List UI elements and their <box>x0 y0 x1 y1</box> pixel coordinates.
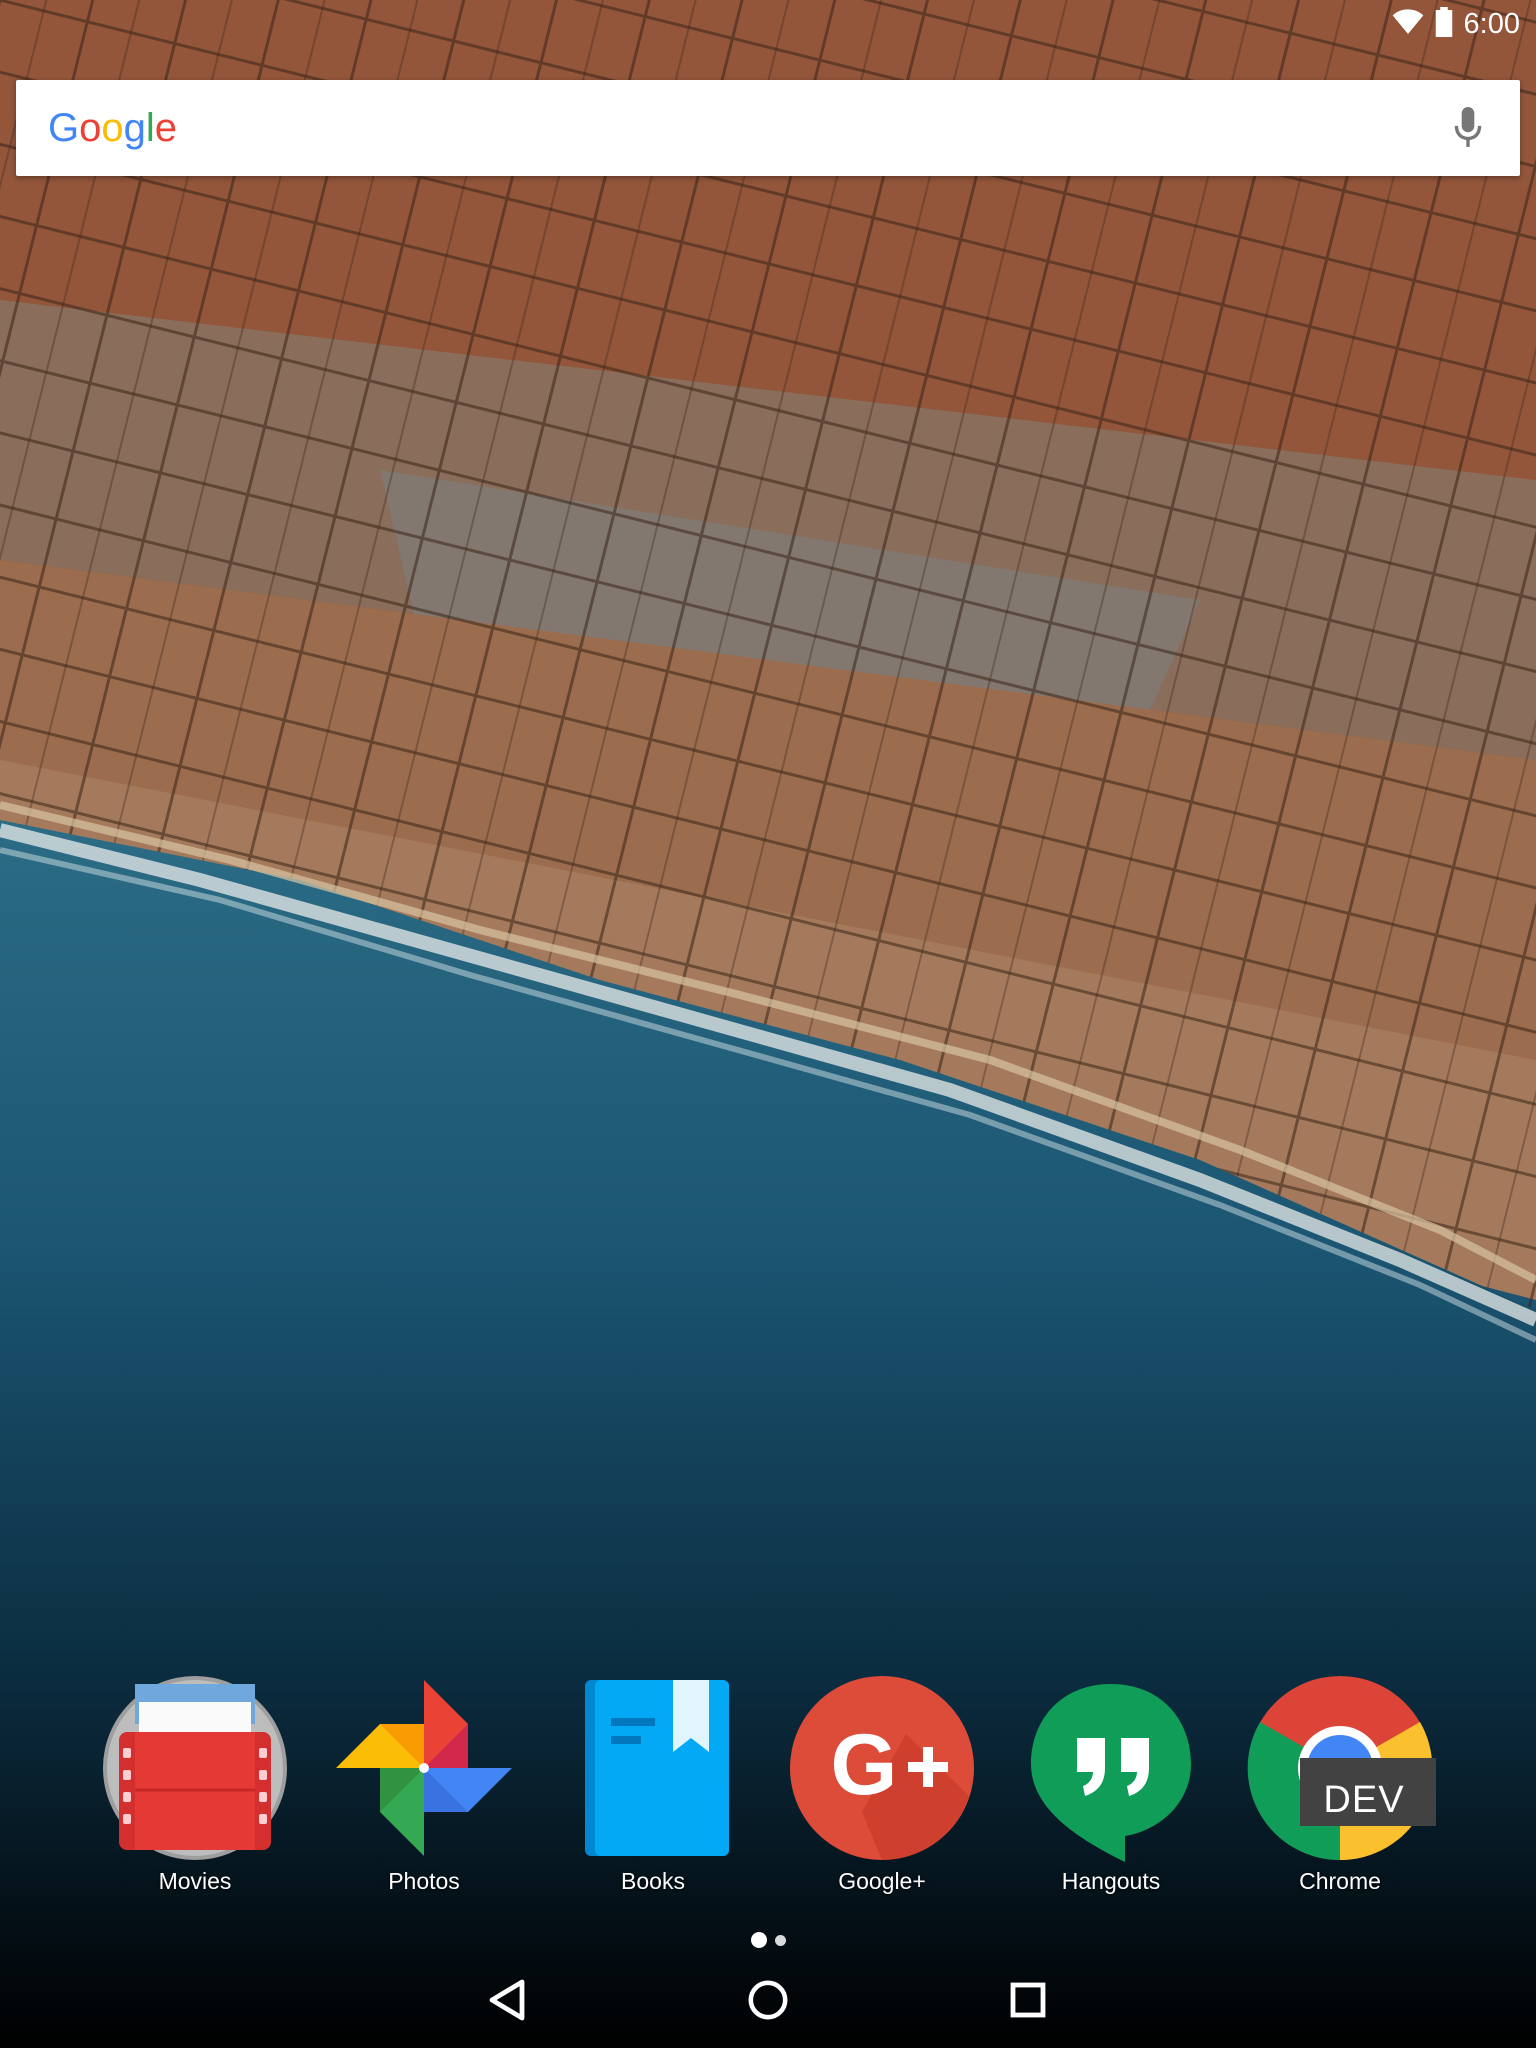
photos-icon <box>328 1672 520 1864</box>
app-label-google-plus: Google+ <box>838 1868 926 1894</box>
home-icon[interactable] <box>738 1970 798 2030</box>
google-search-bar[interactable]: Google <box>16 80 1520 176</box>
app-label-books: Books <box>621 1868 685 1894</box>
app-label-hangouts: Hangouts <box>1061 1868 1161 1894</box>
google-logo-letter: o <box>101 105 124 150</box>
app-label-photos: Photos <box>388 1868 460 1894</box>
google-logo-letter: o <box>79 105 102 150</box>
mic-icon[interactable] <box>1448 104 1488 152</box>
app-hangouts[interactable]: Hangouts <box>1011 1672 1211 1912</box>
back-icon[interactable] <box>478 1970 538 2030</box>
google-logo: Google <box>48 106 177 151</box>
hangouts-icon <box>1015 1672 1207 1864</box>
page-dot-2[interactable] <box>774 1934 786 1946</box>
svg-text:G: G <box>831 1717 898 1813</box>
page-indicator <box>0 1930 1536 1950</box>
google-logo-letter: g <box>123 105 146 150</box>
recents-icon[interactable] <box>998 1970 1058 2030</box>
app-books[interactable]: Books <box>553 1672 753 1912</box>
chrome-dev-badge: DEV <box>1323 1778 1405 1821</box>
app-photos[interactable]: Photos <box>324 1672 524 1912</box>
status-time: 6:00 <box>1463 7 1520 40</box>
app-google-plus[interactable]: G Google+ <box>782 1672 982 1912</box>
app-movies[interactable]: Movies <box>95 1672 295 1912</box>
books-icon <box>557 1672 749 1864</box>
movies-icon <box>99 1672 291 1864</box>
google-logo-letter: G <box>48 105 80 150</box>
navigation-bar <box>0 1952 1536 2048</box>
page-dot-1[interactable] <box>750 1932 767 1948</box>
wifi-icon <box>1392 8 1424 41</box>
chrome-dev-icon <box>1244 1672 1436 1864</box>
google-logo-letter: l <box>145 105 155 150</box>
app-label-movies: Movies <box>158 1868 232 1894</box>
status-bar: 6:00 <box>0 0 1536 48</box>
app-label-chrome: Chrome <box>1299 1868 1381 1894</box>
google-logo-letter: e <box>154 105 178 150</box>
google-plus-icon: G <box>786 1672 978 1864</box>
battery-icon <box>1434 6 1454 42</box>
